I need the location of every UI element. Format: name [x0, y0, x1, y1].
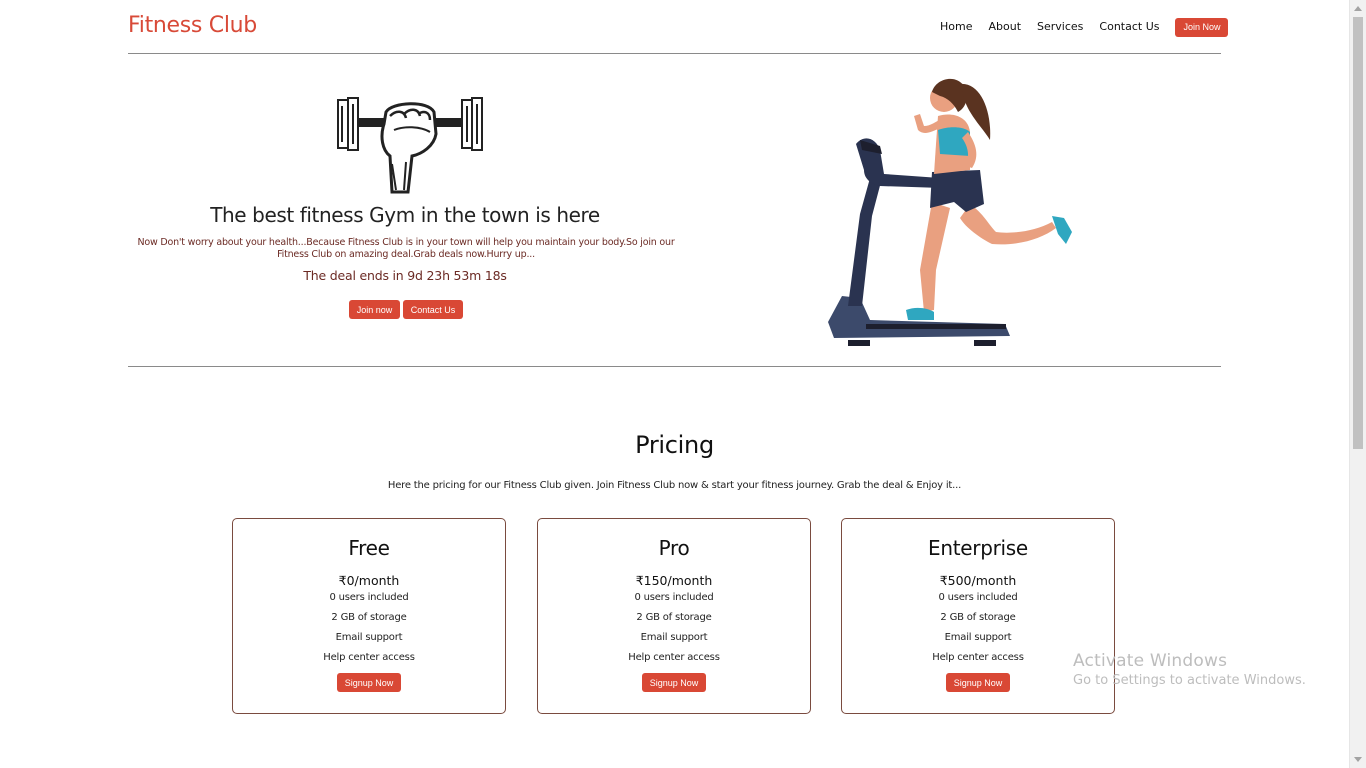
- plan-feature: Email support: [640, 632, 708, 643]
- plan-feature: 0 users included: [938, 592, 1018, 603]
- signup-enterprise-button[interactable]: Signup Now: [946, 673, 1010, 692]
- plan-feature: Email support: [335, 632, 403, 643]
- pricing-card-free: Free ₹0/month 0 users included 2 GB of s…: [232, 518, 506, 714]
- plan-name: Free: [348, 536, 390, 560]
- signup-pro-button[interactable]: Signup Now: [642, 673, 706, 692]
- pricing-title: Pricing: [635, 431, 714, 459]
- main-nav: Home About Services Contact Us Join Now: [940, 17, 1229, 37]
- plan-feature: 2 GB of storage: [331, 612, 407, 623]
- plan-feature: Help center access: [628, 652, 720, 663]
- nav-services[interactable]: Services: [1037, 17, 1083, 37]
- pricing-subtitle: Here the pricing for our Fitness Club gi…: [387, 480, 962, 491]
- plan-price: ₹0/month: [338, 573, 400, 588]
- hero-description: Now Don't worry about your health...Beca…: [137, 237, 675, 260]
- dumbbell-fist-icon: [337, 97, 483, 194]
- treadmill-runner-illustration: [828, 78, 1072, 346]
- hero-buttons: Join now Contact Us: [349, 300, 463, 319]
- nav-home[interactable]: Home: [940, 17, 972, 37]
- scroll-up-arrow-icon[interactable]: [1354, 6, 1362, 11]
- plan-feature: Email support: [944, 632, 1012, 643]
- signup-free-button[interactable]: Signup Now: [337, 673, 401, 692]
- plan-name: Enterprise: [928, 536, 1028, 560]
- nav-contact[interactable]: Contact Us: [1099, 17, 1159, 37]
- watermark-subtitle: Go to Settings to activate Windows.: [1073, 673, 1306, 688]
- header-divider: [128, 53, 1221, 54]
- plan-feature: 0 users included: [634, 592, 714, 603]
- hero-join-now-button[interactable]: Join now: [349, 300, 400, 319]
- nav-about[interactable]: About: [988, 17, 1021, 37]
- page: Fitness Club Home About Services Contact…: [0, 0, 1349, 768]
- scrollbar-thumb[interactable]: [1353, 17, 1363, 449]
- hero-title: The best fitness Gym in the town is here: [210, 203, 600, 227]
- hero-contact-us-button[interactable]: Contact Us: [403, 300, 463, 319]
- pricing-card-pro: Pro ₹150/month 0 users included 2 GB of …: [537, 518, 811, 714]
- plan-feature: Help center access: [323, 652, 415, 663]
- brand-logo-text[interactable]: Fitness Club: [128, 13, 257, 38]
- nav-join-now-button[interactable]: Join Now: [1175, 17, 1229, 37]
- plan-price: ₹150/month: [635, 573, 713, 588]
- plan-price: ₹500/month: [939, 573, 1017, 588]
- plan-feature: 2 GB of storage: [940, 612, 1016, 623]
- hero-divider: [128, 366, 1221, 367]
- plan-feature: 2 GB of storage: [636, 612, 712, 623]
- scroll-down-arrow-icon[interactable]: [1354, 757, 1362, 762]
- deal-countdown: The deal ends in 9d 23h 53m 18s: [303, 268, 507, 283]
- activate-windows-watermark: Activate Windows Go to Settings to activ…: [1073, 651, 1306, 688]
- vertical-scrollbar[interactable]: [1349, 0, 1366, 768]
- plan-name: Pro: [658, 536, 690, 560]
- plan-feature: 0 users included: [329, 592, 409, 603]
- watermark-title: Activate Windows: [1073, 651, 1228, 671]
